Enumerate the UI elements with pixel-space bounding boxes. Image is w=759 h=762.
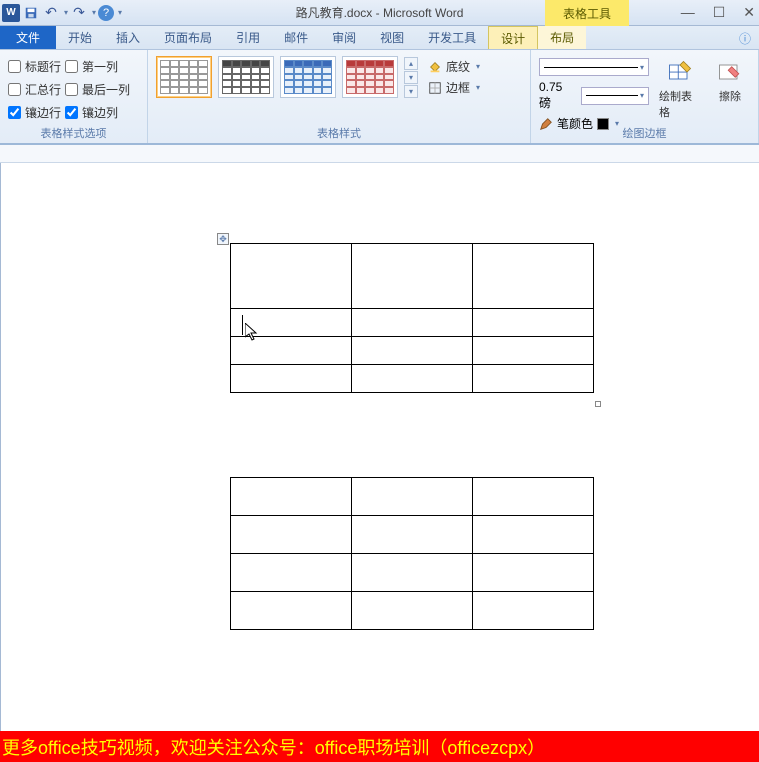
draw-table-icon <box>666 58 694 86</box>
word-app-icon[interactable]: W <box>2 4 20 22</box>
tab-insert[interactable]: 插入 <box>104 26 152 49</box>
group-table-styles: ▴ ▾ ▾ 底纹▾ 边框▾ 表格样式 <box>148 50 531 143</box>
group-label-style-options: 表格样式选项 <box>0 125 147 141</box>
shading-button[interactable]: 底纹▾ <box>428 58 480 75</box>
eraser-button[interactable]: 擦除 <box>710 54 750 104</box>
table-resize-handle-icon[interactable] <box>595 401 601 407</box>
tab-file[interactable]: 文件 <box>0 26 56 49</box>
tab-developer[interactable]: 开发工具 <box>416 26 488 49</box>
document-area[interactable]: ✥ <box>0 163 759 731</box>
tab-design[interactable]: 设计 <box>488 26 538 49</box>
table-style-thumb-2[interactable] <box>218 56 274 98</box>
help-icon[interactable]: ? <box>98 5 114 21</box>
checkbox-banded-columns[interactable]: 镶边列 <box>65 104 130 121</box>
quick-access-toolbar: W ↶ ▾ ↷ ▾ ? ▾ <box>0 4 122 22</box>
tab-mailings[interactable]: 邮件 <box>272 26 320 49</box>
save-icon[interactable] <box>22 4 40 22</box>
footer-banner: 更多office技巧视频，欢迎关注公众号：office职场培训（officezc… <box>0 731 759 762</box>
qat-customize-icon[interactable]: ▾ <box>118 8 122 17</box>
gallery-scroll-down-icon[interactable]: ▾ <box>404 71 418 84</box>
chevron-down-icon: ▾ <box>476 83 480 92</box>
border-style-select[interactable]: ▾ <box>539 58 649 76</box>
table-style-thumb-4[interactable] <box>342 56 398 98</box>
titlebar: W ↶ ▾ ↷ ▾ ? ▾ 路凡教育.docx - Microsoft Word… <box>0 0 759 26</box>
ribbon: 标题行 汇总行 镶边行 第一列 最后一列 镶边列 表格样式选项 ▴ ▾ <box>0 50 759 145</box>
table-move-handle-icon[interactable]: ✥ <box>217 233 229 245</box>
undo-icon[interactable]: ↶ <box>42 4 60 22</box>
table-style-thumb-1[interactable] <box>156 56 212 98</box>
checkbox-header-row[interactable]: 标题行 <box>8 58 61 75</box>
table-style-thumb-3[interactable] <box>280 56 336 98</box>
close-button[interactable]: ✕ <box>743 4 755 21</box>
window-controls: — ☐ ✕ <box>681 4 755 21</box>
checkbox-last-column[interactable]: 最后一列 <box>65 81 130 98</box>
bucket-icon <box>428 60 442 74</box>
minimize-button[interactable]: — <box>681 4 695 21</box>
gallery-scroll: ▴ ▾ ▾ <box>404 57 418 98</box>
tab-references[interactable]: 引用 <box>224 26 272 49</box>
page: ✥ <box>1 163 759 731</box>
gallery-scroll-up-icon[interactable]: ▴ <box>404 57 418 70</box>
ribbon-help-icon[interactable]: ⓘ <box>739 30 751 47</box>
table-style-gallery: ▴ ▾ ▾ <box>156 54 418 98</box>
borders-icon <box>428 81 442 95</box>
redo-icon[interactable]: ↷ <box>70 4 88 22</box>
ribbon-tabs: 文件 开始 插入 页面布局 引用 邮件 审阅 视图 开发工具 设计 布局 ⓘ <box>0 26 759 50</box>
text-caret <box>242 315 243 335</box>
group-label-table-styles: 表格样式 <box>148 125 530 141</box>
restore-button[interactable]: ☐ <box>713 4 726 21</box>
document-table-2[interactable] <box>230 477 594 630</box>
redo-dropdown-icon[interactable]: ▾ <box>92 8 96 17</box>
document-name: 路凡教育.docx <box>296 6 373 20</box>
group-draw-borders: ▾ 0.75 磅 ▾ 笔颜色 ▾ 绘制表格 擦除 绘图边框 <box>531 50 759 143</box>
eraser-icon <box>716 58 744 86</box>
document-table-1[interactable] <box>230 243 594 393</box>
checkbox-banded-rows[interactable]: 镶边行 <box>8 104 61 121</box>
tab-home[interactable]: 开始 <box>56 26 104 49</box>
tab-view[interactable]: 视图 <box>368 26 416 49</box>
borders-button[interactable]: 边框▾ <box>428 79 480 96</box>
draw-table-button[interactable]: 绘制表格 <box>653 54 706 120</box>
window-title: 路凡教育.docx - Microsoft Word <box>296 4 464 21</box>
checkbox-total-row[interactable]: 汇总行 <box>8 81 61 98</box>
gallery-more-icon[interactable]: ▾ <box>404 85 418 98</box>
tab-page-layout[interactable]: 页面布局 <box>152 26 224 49</box>
chevron-down-icon: ▾ <box>476 62 480 71</box>
tab-review[interactable]: 审阅 <box>320 26 368 49</box>
table-tools-context-label: 表格工具 <box>545 0 629 26</box>
undo-dropdown-icon[interactable]: ▾ <box>64 8 68 17</box>
horizontal-ruler[interactable] <box>0 145 759 163</box>
group-label-draw-borders: 绘图边框 <box>531 125 758 141</box>
checkbox-first-column[interactable]: 第一列 <box>65 58 130 75</box>
tab-layout[interactable]: 布局 <box>538 26 586 49</box>
border-width-select[interactable]: 0.75 磅 ▾ <box>539 80 649 111</box>
group-table-style-options: 标题行 汇总行 镶边行 第一列 最后一列 镶边列 表格样式选项 <box>0 50 148 143</box>
app-name: Microsoft Word <box>383 6 463 20</box>
